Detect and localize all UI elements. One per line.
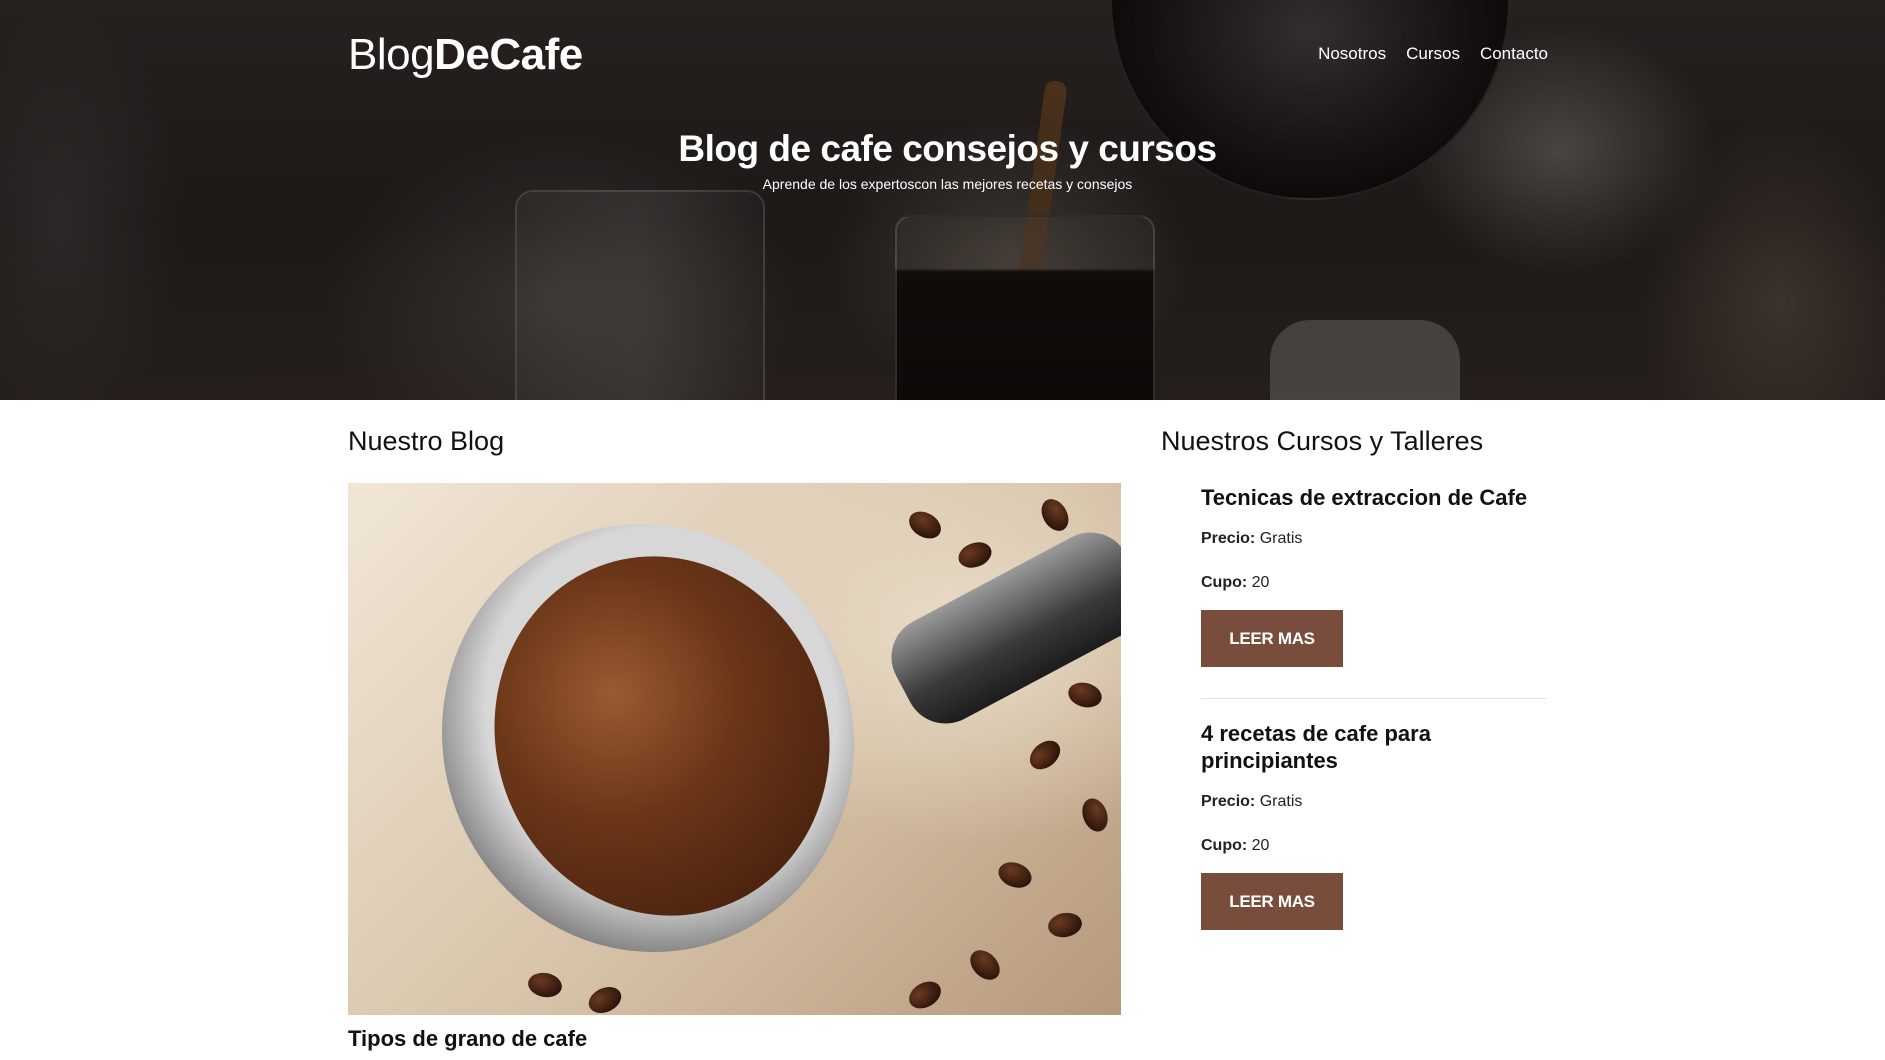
course-price-label: Precio:: [1201, 530, 1256, 547]
course-card: 4 recetas de cafe para principiantes Pre…: [1201, 720, 1547, 930]
hero-subtitle: Aprende de los expertoscon las mejores r…: [762, 176, 1133, 192]
hero-title: Blog de cafe consejos y cursos: [678, 128, 1217, 169]
coffee-bean-graphic: [1077, 794, 1113, 836]
navbar: BlogDeCafe Nosotros Cursos Contacto: [0, 0, 1885, 110]
course-quota: Cupo: 20: [1201, 574, 1547, 592]
coffee-bean-graphic: [1024, 734, 1066, 776]
course-quota: Cupo: 20: [1201, 837, 1547, 855]
coffee-bean-graphic: [584, 981, 626, 1015]
logo-bold-text: DeCafe: [434, 30, 583, 79]
courses-heading: Nuestros Cursos y Talleres: [1161, 426, 1484, 456]
coffee-bean-graphic: [904, 506, 946, 544]
nav-link-nosotros[interactable]: Nosotros: [1318, 44, 1386, 64]
course-card: Tecnicas de extraccion de Cafe Precio: G…: [1201, 484, 1547, 667]
nav-link-contacto[interactable]: Contacto: [1480, 44, 1548, 64]
site-logo[interactable]: BlogDeCafe: [348, 30, 583, 80]
course-title: 4 recetas de cafe para principiantes: [1201, 721, 1431, 773]
coffee-bean-graphic: [954, 537, 996, 573]
course-quota-value: 20: [1251, 574, 1270, 591]
main-nav: Nosotros Cursos Contacto: [1318, 44, 1548, 64]
read-more-button[interactable]: LEER MAS: [1201, 873, 1343, 930]
hero-text: Blog de cafe consejos y cursos Aprende d…: [0, 128, 1885, 192]
nav-link-cursos[interactable]: Cursos: [1406, 44, 1460, 64]
course-divider: [1201, 698, 1547, 699]
course-price-value: Gratis: [1259, 530, 1303, 547]
blog-post-title[interactable]: Tipos de grano de cafe: [348, 1026, 587, 1052]
blog-post-image[interactable]: [348, 483, 1121, 1015]
logo-light-text: Blog: [348, 30, 435, 79]
coffee-bean-graphic: [994, 857, 1036, 893]
coffee-bean-graphic: [526, 970, 564, 1000]
coffee-bean-graphic: [964, 944, 1006, 986]
coffee-bean-graphic: [1065, 679, 1105, 711]
main-content: Nuestro Blog Tipos de grano de cafe Nues…: [0, 400, 1885, 1060]
course-price: Precio: Gratis: [1201, 530, 1547, 548]
course-quota-value: 20: [1251, 837, 1270, 854]
course-quota-label: Cupo:: [1201, 837, 1248, 854]
coffee-bean-graphic: [1046, 910, 1084, 940]
course-title: Tecnicas de extraccion de Cafe: [1201, 485, 1528, 510]
read-more-button[interactable]: LEER MAS: [1201, 610, 1343, 667]
course-quota-label: Cupo:: [1201, 574, 1248, 591]
course-price-value: Gratis: [1259, 793, 1303, 810]
coffee-bean-graphic: [904, 976, 946, 1014]
course-price: Precio: Gratis: [1201, 793, 1547, 811]
course-price-label: Precio:: [1201, 793, 1256, 810]
blog-heading: Nuestro Blog: [348, 426, 505, 456]
hero-header: BlogDeCafe Nosotros Cursos Contacto Blog…: [0, 0, 1885, 400]
coffee-bean-graphic: [1036, 494, 1074, 536]
